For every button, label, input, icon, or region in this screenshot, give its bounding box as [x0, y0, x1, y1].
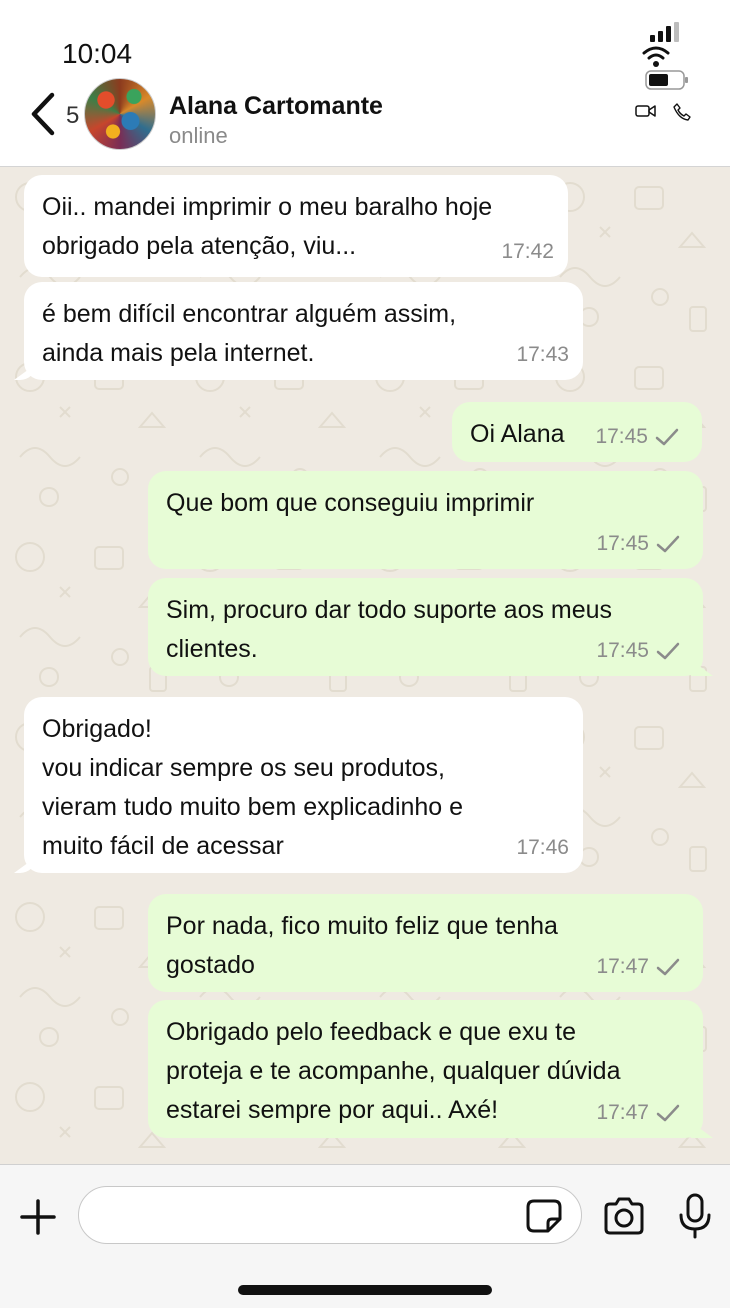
message-input[interactable]	[78, 1186, 582, 1244]
sent-check-icon	[656, 958, 680, 975]
message-meta: 17:43	[516, 335, 569, 374]
video-camera-icon[interactable]	[635, 103, 657, 119]
message-outgoing[interactable]: Obrigado pelo feedback e que exu te prot…	[148, 1000, 713, 1138]
message-meta: 17:45	[595, 417, 680, 456]
message-meta: 17:46	[516, 828, 569, 867]
message-time: 17:43	[516, 343, 569, 366]
status-time: 10:04	[62, 38, 133, 69]
unread-count[interactable]: 5	[66, 102, 79, 130]
sent-check-icon	[656, 642, 680, 659]
contact-avatar[interactable]	[84, 78, 156, 150]
message-time: 17:45	[595, 425, 648, 448]
message-outgoing[interactable]: Que bom que conseguiu imprimir 17:45	[148, 471, 703, 569]
message-text: Que bom que conseguiu imprimir	[166, 489, 535, 517]
battery-icon	[645, 70, 688, 90]
back-chevron-icon[interactable]	[26, 92, 60, 136]
message-time: 17:45	[596, 532, 649, 555]
message-time: 17:47	[596, 1101, 649, 1124]
cellular-signal-icon	[650, 22, 679, 42]
message-text: Obrigado! vou indicar sempre os seu prod…	[42, 715, 464, 860]
message-text: Oii.. mandei imprimir o meu baralho hoje…	[42, 193, 493, 260]
message-time: 17:45	[596, 639, 649, 662]
message-outgoing[interactable]: Sim, procuro dar todo suporte aos meus c…	[148, 578, 713, 676]
contact-status: online	[169, 123, 228, 148]
message-time: 17:42	[501, 240, 554, 263]
phone-icon[interactable]	[673, 103, 691, 121]
message-time: 17:47	[596, 955, 649, 978]
message-incoming[interactable]: Obrigado! vou indicar sempre os seu prod…	[14, 697, 583, 873]
message-incoming[interactable]: é bem difícil encontrar alguém assim, ai…	[14, 282, 583, 380]
message-meta: 17:42	[501, 232, 554, 271]
contact-name[interactable]: Alana Cartomante	[169, 92, 383, 121]
message-input-bar	[0, 1164, 730, 1308]
message-outgoing[interactable]: Oi Alana 17:45	[452, 402, 702, 462]
message-meta: 17:47	[596, 947, 681, 986]
message-meta: 17:45	[596, 631, 681, 670]
message-list[interactable]: Oii.. mandei imprimir o meu baralho hoje…	[0, 167, 730, 1164]
message-meta: 17:45	[596, 524, 681, 563]
sent-check-icon	[656, 535, 680, 552]
camera-icon[interactable]	[602, 1197, 646, 1235]
message-text: é bem difícil encontrar alguém assim, ai…	[42, 300, 457, 367]
chat-header: 10:04 5 Alana Cartomante online	[0, 0, 730, 167]
sticker-icon[interactable]	[524, 1198, 564, 1234]
sent-check-icon	[656, 1104, 680, 1121]
message-meta: 17:47	[596, 1093, 681, 1132]
microphone-icon[interactable]	[678, 1193, 712, 1239]
sent-check-icon	[655, 428, 679, 445]
home-indicator[interactable]	[238, 1285, 492, 1295]
message-time: 17:46	[516, 836, 569, 859]
plus-icon[interactable]	[18, 1197, 58, 1237]
message-incoming[interactable]: Oii.. mandei imprimir o meu baralho hoje…	[24, 175, 568, 277]
chat-screen: 10:04 5 Alana Cartomante online Oii.. ma…	[0, 0, 730, 1308]
message-outgoing[interactable]: Por nada, fico muito feliz que tenha gos…	[148, 894, 703, 992]
wifi-icon	[642, 46, 670, 67]
